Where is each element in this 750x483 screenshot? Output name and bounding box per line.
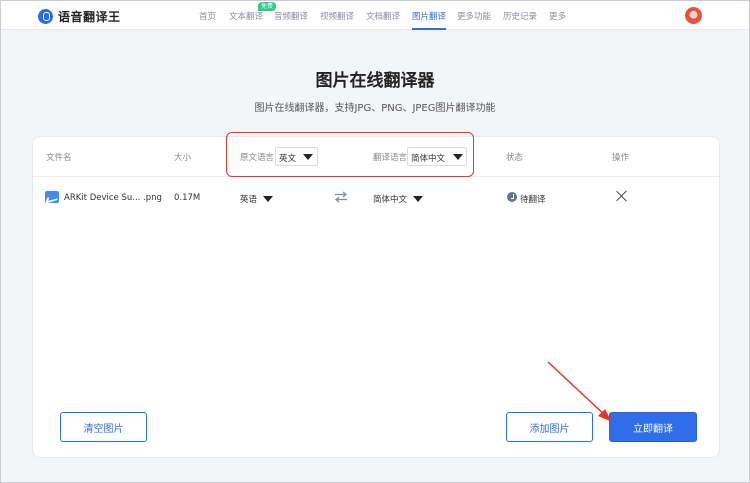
page-subtitle: 图片在线翻译器，支持JPG、PNG、JPEG图片翻译功能	[254, 103, 496, 114]
swap-icon[interactable]	[334, 191, 348, 203]
file-panel: 文件名 大小 原文语言 英文 翻译语言 简体中文 状态 操作 ARKit Dev…	[32, 136, 720, 458]
clear-images-button[interactable]: 清空图片	[60, 412, 147, 442]
nav-image-translate[interactable]: 图片翻译	[412, 10, 447, 30]
row-status: 待翻译	[520, 195, 546, 205]
nav-history[interactable]: 历史记录	[503, 10, 537, 22]
translate-now-button[interactable]: 立即翻译	[609, 412, 697, 442]
nav-video-translate[interactable]: 视频翻译	[320, 10, 354, 22]
top-navigation-bar: 语音翻译王 首页 文本翻译 免费 音频翻译 视频翻译 文档翻译 图片翻译 更多功…	[1, 1, 749, 30]
language-highlight-box	[226, 132, 474, 177]
chevron-down-icon	[263, 196, 273, 202]
header-status: 状态	[506, 153, 524, 163]
nav-home[interactable]: 首页	[199, 10, 216, 22]
nav-more-features[interactable]: 更多功能	[457, 10, 491, 22]
user-avatar[interactable]	[685, 7, 702, 24]
add-image-button[interactable]: 添加图片	[506, 412, 593, 442]
file-size: 0.17M	[174, 193, 201, 203]
close-icon[interactable]	[616, 190, 628, 202]
page-title: 图片在线翻译器	[315, 71, 435, 91]
nav-document-translate[interactable]: 文档翻译	[366, 10, 400, 22]
nav-audio-translate[interactable]: 音频翻译	[274, 10, 308, 22]
file-name: ARKit Device Su... .png	[64, 193, 162, 203]
header-size: 大小	[174, 153, 192, 163]
nav-more[interactable]: 更多	[549, 10, 566, 22]
chevron-down-icon	[413, 196, 423, 202]
main-nav: 首页 文本翻译 免费 音频翻译 视频翻译 文档翻译 图片翻译 更多功能 历史记录…	[1, 1, 749, 30]
image-file-icon	[45, 191, 59, 203]
header-actions: 操作	[612, 153, 630, 163]
table-row: ARKit Device Su... .png 0.17M 英语 简体中文 待翻…	[33, 177, 719, 215]
header-filename: 文件名	[46, 153, 72, 163]
clock-icon	[507, 192, 517, 202]
row-target-language: 简体中文	[373, 195, 408, 205]
row-source-language: 英语	[240, 195, 258, 205]
nav-text-translate[interactable]: 文本翻译	[229, 10, 263, 22]
